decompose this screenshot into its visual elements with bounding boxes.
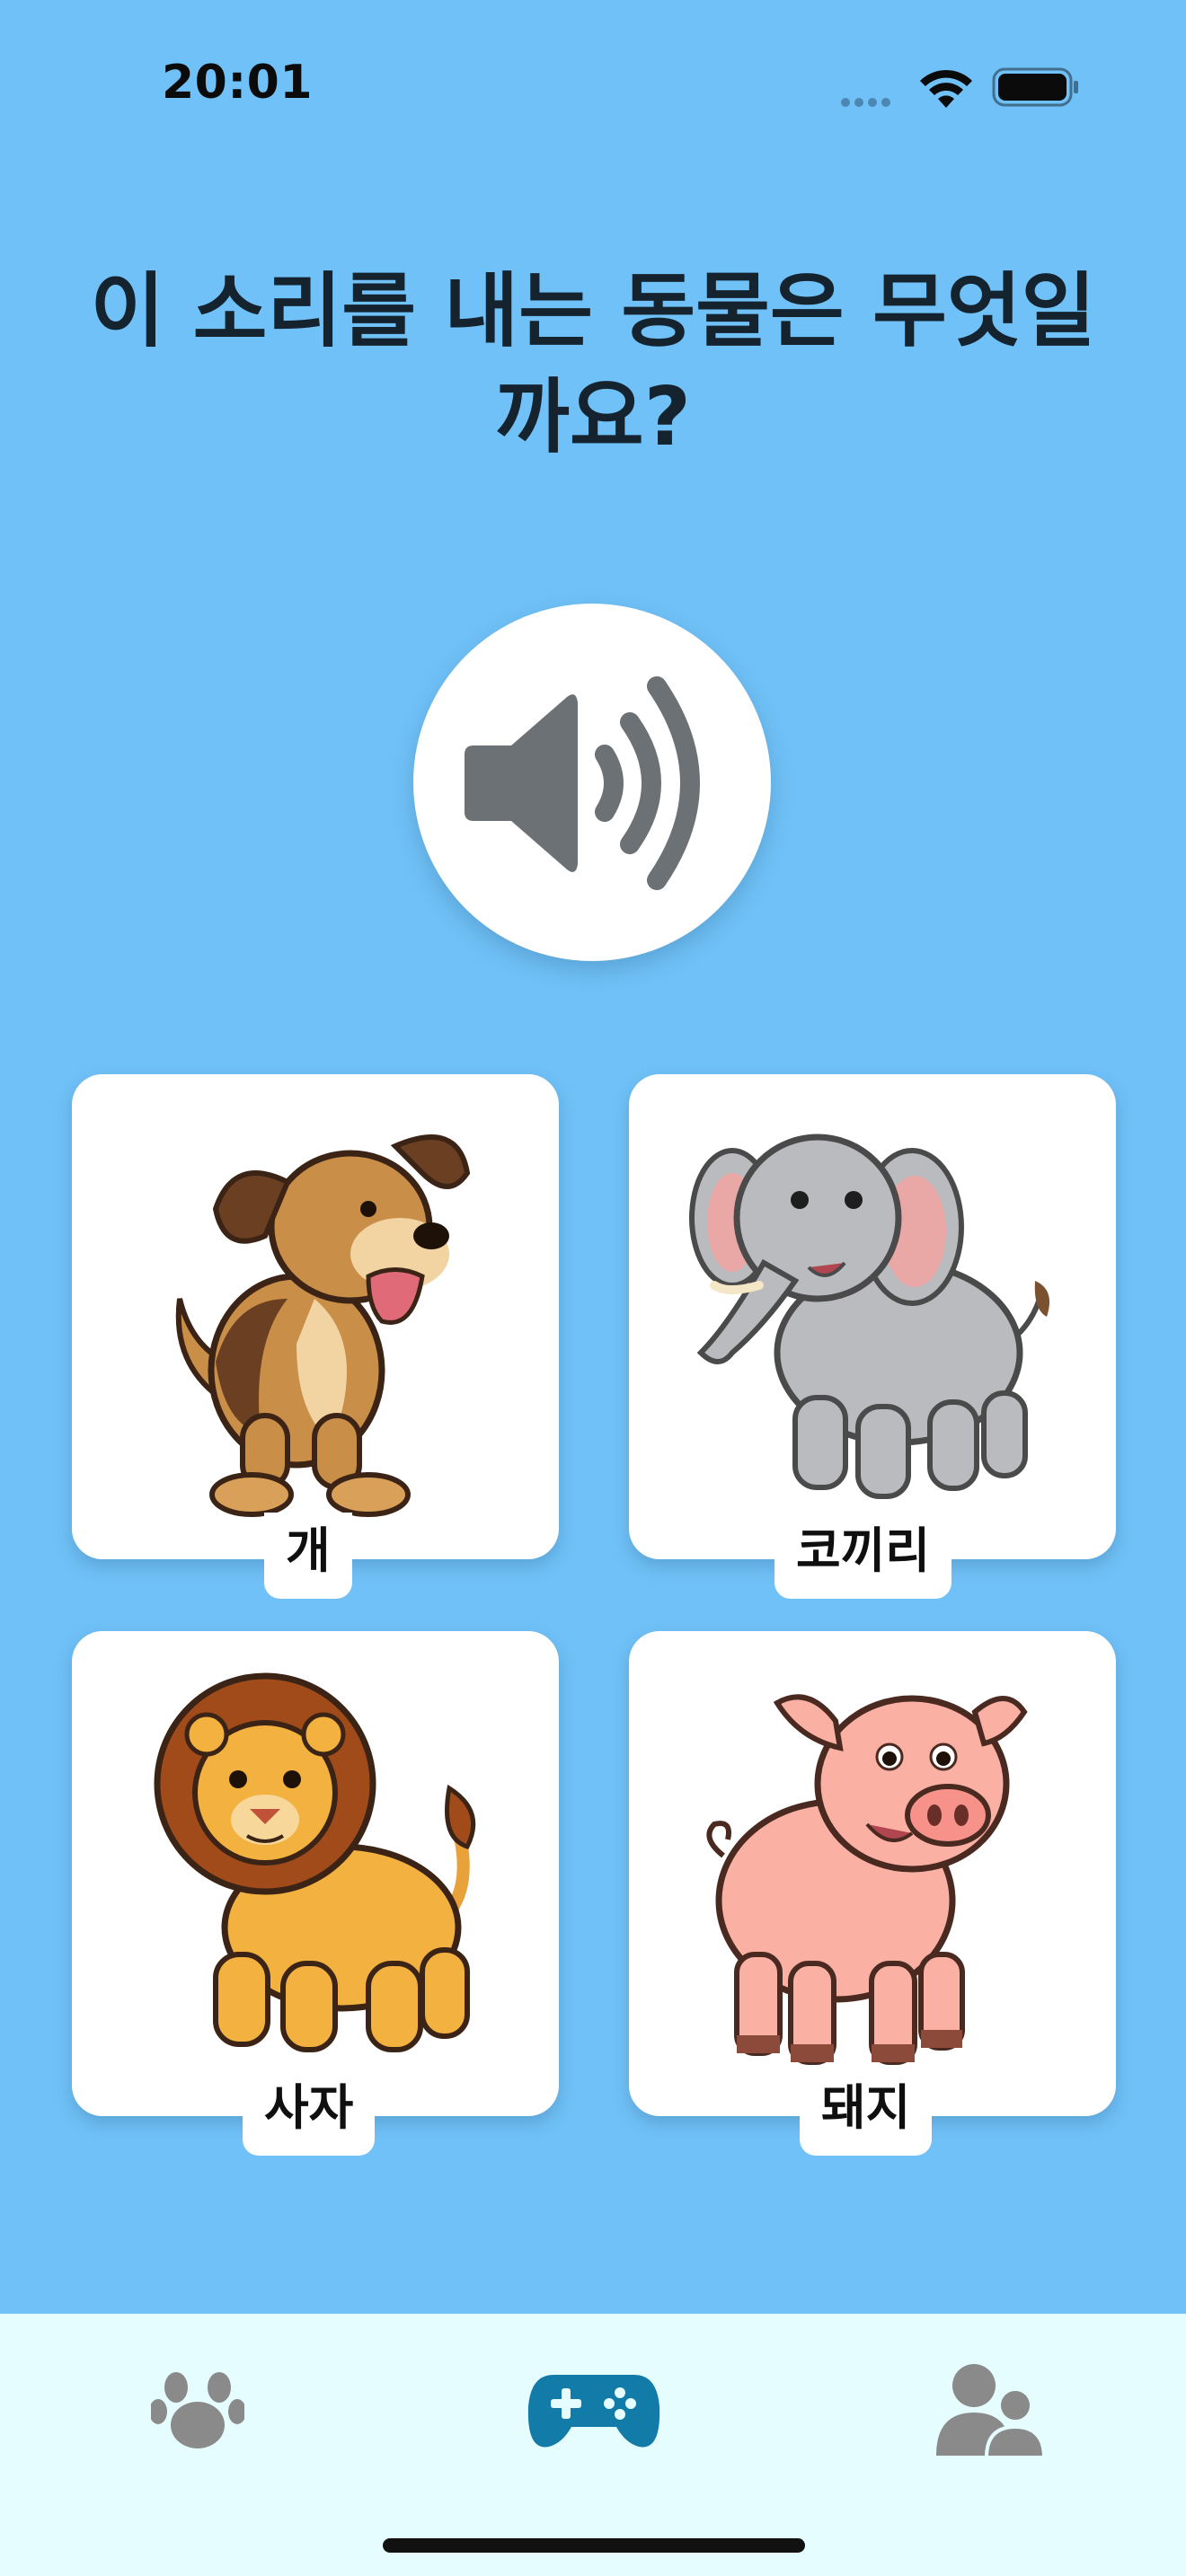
tab-profile[interactable] [791, 2314, 1186, 2511]
answer-label: 코끼리 [774, 1513, 952, 1599]
question-line-2: 까요? [495, 370, 691, 464]
quiz-screen: 20:01 이 소리를 내는 동물은 무엇일 까요? 개 코끼리 사자 돼지 [0, 0, 1186, 2576]
tab-animals[interactable] [0, 2314, 395, 2511]
status-time: 20:01 [162, 56, 314, 110]
speaker-volume-icon [465, 676, 700, 890]
answer-label: 개 [264, 1513, 352, 1599]
question-line-1: 이 소리를 내는 동물은 무엇일 [90, 264, 1096, 358]
home-indicator [383, 2538, 805, 2553]
tab-bar [0, 2314, 1186, 2576]
cellular-signal-icon [841, 93, 904, 107]
paw-icon [151, 2372, 244, 2448]
question-title: 이 소리를 내는 동물은 무엇일 까요? [72, 259, 1114, 471]
lion-illustration [154, 1672, 476, 2052]
answer-label: 사자 [243, 2069, 376, 2156]
answer-card-lion[interactable]: 사자 [72, 1631, 559, 2156]
answer-card-dog[interactable]: 개 [72, 1074, 559, 1599]
pig-illustration [706, 1694, 1028, 2065]
answer-card-elephant[interactable]: 코끼리 [629, 1074, 1116, 1599]
gamepad-icon [527, 2375, 660, 2448]
answer-card-pig[interactable]: 돼지 [629, 1631, 1116, 2156]
answer-label: 돼지 [800, 2069, 933, 2156]
dog-illustration [175, 1134, 471, 1517]
wifi-icon [920, 69, 972, 108]
elephant-illustration [689, 1134, 1050, 1499]
users-icon [936, 2364, 1046, 2459]
play-sound-button[interactable] [413, 604, 771, 961]
battery-icon [992, 67, 1078, 107]
status-bar: 20:01 [0, 0, 1186, 171]
tab-game[interactable] [395, 2314, 791, 2511]
